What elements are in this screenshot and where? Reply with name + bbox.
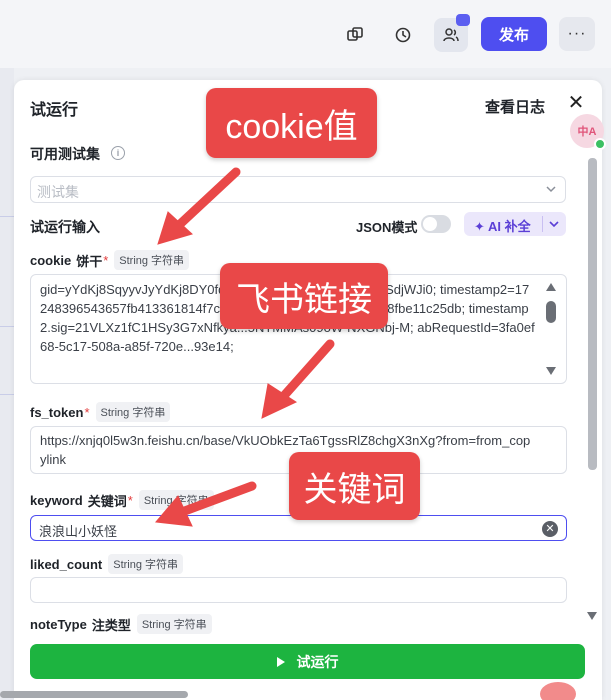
type-tag: String 字符串 [114, 250, 190, 270]
copy-icon[interactable] [340, 20, 370, 50]
mascot-icon[interactable] [540, 682, 576, 700]
floater-label: 中A [577, 126, 597, 138]
view-logs-link[interactable]: 查看日志 [485, 96, 545, 117]
chevron-down-icon[interactable] [548, 218, 560, 230]
required-mark: * [103, 252, 109, 268]
top-bar: 发布 ··· [0, 0, 611, 68]
history-icon[interactable] [388, 20, 418, 50]
test-set-placeholder: 测试集 [37, 184, 79, 200]
feishu-callout: 飞书链接 [220, 263, 388, 329]
publish-button[interactable]: 发布 [481, 17, 547, 51]
panel-title: 试运行 [30, 102, 79, 119]
run-button[interactable]: 试运行 [30, 644, 585, 679]
field-label-liked-count: liked_count String 字符串 [30, 554, 184, 574]
scroll-down-icon[interactable] [546, 367, 556, 375]
field-name: fs_token [30, 404, 84, 420]
canvas-edge [0, 394, 14, 395]
scroll-up-icon[interactable] [546, 283, 556, 291]
chevron-down-icon [546, 186, 556, 193]
field-label-keyword: keyword 关键词 * String 字符串 [30, 490, 214, 510]
notification-badge [456, 14, 470, 26]
json-mode-label: JSON模式 [356, 220, 418, 235]
canvas-edge [0, 326, 14, 327]
required-mark: * [127, 492, 133, 508]
field-name: liked_count [30, 556, 103, 572]
type-tag: String 字符串 [108, 554, 184, 574]
field-name: noteType [30, 616, 87, 632]
field-name: cookie [30, 252, 72, 268]
liked-count-input[interactable] [30, 577, 567, 603]
field-label-cookie: cookie 饼干 * String 字符串 [30, 250, 190, 270]
translate-assistant-icon[interactable]: 中A [570, 114, 606, 150]
background-canvas [0, 68, 14, 700]
type-tag: String 字符串 [95, 402, 171, 422]
test-run-panel: 试运行 查看日志 ✕ 可用测试集 i 测试集 试运行输入 JSON模式 ✦ AI… [14, 80, 602, 700]
info-icon[interactable]: i [111, 146, 125, 160]
json-mode-toggle[interactable] [421, 215, 451, 233]
cookie-callout: cookie值 [206, 88, 377, 158]
keyword-callout: 关键词 [289, 452, 420, 520]
collaborators-button[interactable] [434, 14, 470, 52]
play-icon [276, 656, 285, 667]
panel-scrollbar[interactable] [588, 158, 597, 470]
field-desc: 注类型 [91, 617, 131, 633]
field-label-fs-token: fs_token * String 字符串 [30, 402, 171, 422]
keyword-value: 浪浪山小妖怪 [39, 524, 118, 539]
test-set-label: 可用测试集 [30, 146, 100, 162]
clear-icon[interactable]: ✕ [542, 521, 558, 537]
canvas-edge [0, 216, 14, 217]
scroll-down-icon[interactable] [587, 612, 597, 620]
field-desc: 关键词 [87, 493, 127, 509]
field-label-note-type: noteType 注类型 String 字符串 [30, 614, 212, 634]
type-tag: String 字符串 [136, 614, 212, 634]
close-icon[interactable]: ✕ [566, 93, 586, 113]
more-menu-button[interactable]: ··· [559, 17, 595, 51]
input-section-label: 试运行输入 [30, 219, 100, 235]
scrollbar-thumb[interactable] [546, 301, 556, 323]
toggle-knob [423, 217, 437, 231]
divider [542, 216, 543, 232]
field-desc: 饼干 [76, 253, 103, 269]
check-badge [594, 138, 606, 150]
ai-complete-button[interactable]: ✦ AI 补全 [464, 212, 566, 236]
ai-complete-label: ✦ AI 补全 [474, 219, 531, 234]
test-set-select[interactable]: 测试集 [30, 176, 566, 203]
field-name: keyword [30, 492, 83, 508]
type-tag: String 字符串 [138, 490, 214, 510]
horizontal-scrollbar[interactable] [0, 691, 188, 698]
run-button-label: 试运行 [296, 653, 339, 670]
users-icon [443, 28, 459, 42]
required-mark: * [84, 404, 90, 420]
